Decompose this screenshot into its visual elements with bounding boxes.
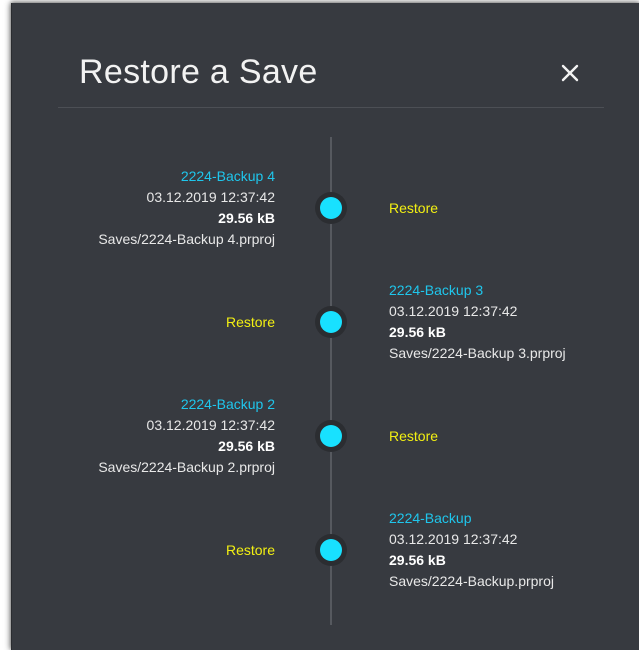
- timeline-node: [315, 306, 347, 338]
- backup-entry: 2224-Backup 4 03.12.2019 12:37:42 29.56 …: [98, 166, 275, 250]
- backup-name: 2224-Backup 3: [389, 282, 484, 298]
- backup-date: 03.12.2019 12:37:42: [389, 531, 518, 547]
- backup-entry: 2224-Backup 03.12.2019 12:37:42 29.56 kB…: [389, 508, 554, 592]
- backup-path: Saves/2224-Backup 3.prproj: [389, 345, 566, 361]
- dialog-title: Restore a Save: [79, 53, 318, 91]
- backup-name: 2224-Backup: [389, 510, 472, 526]
- backup-path: Saves/2224-Backup.prproj: [389, 573, 554, 589]
- backup-size: 29.56 kB: [389, 324, 446, 340]
- backup-path: Saves/2224-Backup 4.prproj: [98, 231, 275, 247]
- timeline-node: [315, 420, 347, 452]
- timeline-node: [315, 192, 347, 224]
- timeline-node: [315, 534, 347, 566]
- close-button[interactable]: [557, 60, 583, 86]
- close-icon: [561, 64, 579, 82]
- restore-button[interactable]: Restore: [226, 314, 275, 330]
- restore-button[interactable]: Restore: [389, 428, 438, 444]
- backup-name: 2224-Backup 2: [180, 396, 275, 412]
- backup-size: 29.56 kB: [218, 210, 275, 226]
- restore-dialog: Restore a Save 2224-Backup 4 03.12.2019 …: [11, 3, 639, 650]
- restore-button[interactable]: Restore: [226, 542, 275, 558]
- backup-date: 03.12.2019 12:37:42: [146, 417, 275, 433]
- backup-entry: 2224-Backup 3 03.12.2019 12:37:42 29.56 …: [389, 280, 566, 364]
- restore-button[interactable]: Restore: [389, 200, 438, 216]
- backup-path: Saves/2224-Backup 2.prproj: [98, 459, 275, 475]
- title-divider: [58, 107, 604, 108]
- backup-entry: 2224-Backup 2 03.12.2019 12:37:42 29.56 …: [98, 394, 275, 478]
- backup-size: 29.56 kB: [389, 552, 446, 568]
- backup-date: 03.12.2019 12:37:42: [146, 189, 275, 205]
- backup-date: 03.12.2019 12:37:42: [389, 303, 518, 319]
- backup-name: 2224-Backup 4: [180, 168, 275, 184]
- backup-size: 29.56 kB: [218, 438, 275, 454]
